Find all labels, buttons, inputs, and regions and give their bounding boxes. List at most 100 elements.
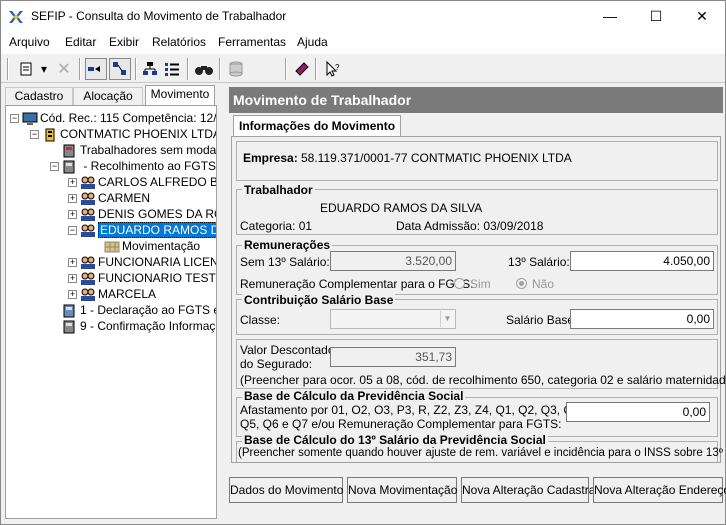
tree-node-worker[interactable]: + CARLOS ALFREDO BA	[68, 174, 217, 190]
previdencia-title: Base de Cálculo da Previdência Social	[242, 389, 466, 403]
cabinet-icon	[63, 160, 75, 174]
classe-label: Classe:	[240, 313, 281, 327]
pane-splitter[interactable]	[221, 85, 225, 519]
nova-movimentacao-button[interactable]: Nova Movimentação	[347, 477, 457, 503]
tree-node-root[interactable]: − Cód. Rec.: 115 Competência: 12/20	[10, 110, 217, 126]
tree-node-movimentacao[interactable]: Movimentação	[104, 238, 200, 254]
menu-relatorios[interactable]: Relatórios	[152, 35, 206, 49]
monitor-icon	[22, 112, 38, 125]
new-document-icon[interactable]	[15, 58, 37, 80]
complementar-sim-radio[interactable]	[454, 278, 465, 289]
tree-node-label: FUNCIONARIO TESTE	[98, 271, 217, 285]
tree-view[interactable]: − Cód. Rec.: 115 Competência: 12/20 − CONT…	[5, 105, 217, 519]
movement-panel: Movimento de Trabalhador Informações do …	[229, 87, 726, 517]
view-list-icon[interactable]	[85, 58, 107, 80]
menu-bar: Arquivo Editar Exibir Relatórios Ferrame…	[1, 31, 725, 53]
tree-node-folder[interactable]: Trabalhadores sem modalid	[62, 142, 217, 158]
nova-alteracao-cadastral-button[interactable]: Nova Alteração Cadastral	[461, 477, 598, 503]
sem13-field[interactable]: 3.520,00	[330, 251, 456, 271]
list-icon[interactable]	[161, 58, 183, 80]
tree-node-label: Cód. Rec.: 115 Competência: 12/20	[40, 111, 217, 125]
people-icon	[81, 272, 95, 285]
valor-descontado-note: (Preencher para ocor. 05 a 08, cód. de r…	[240, 373, 726, 387]
expand-icon[interactable]: +	[68, 290, 77, 300]
menu-ajuda[interactable]: Ajuda	[297, 35, 328, 49]
collapse-icon[interactable]: −	[68, 226, 77, 236]
cabinet-icon	[63, 320, 75, 334]
tree-node-label: Trabalhadores sem modalid	[80, 143, 217, 157]
people-icon	[81, 256, 95, 269]
hierarchy-icon[interactable]	[139, 58, 161, 80]
tab-movimento[interactable]: Movimento	[145, 85, 215, 105]
app-window: SEFIP - Consulta do Movimento de Trabalh…	[0, 0, 726, 525]
menu-ferramentas[interactable]: Ferramentas	[218, 35, 286, 49]
dropdown-arrow-icon[interactable]: ▾	[37, 58, 51, 80]
collapse-icon[interactable]: −	[50, 162, 59, 172]
tree-node-worker[interactable]: + MARCELA	[68, 286, 156, 302]
tree-node-label: CARLOS ALFREDO BA	[98, 175, 217, 189]
tree-node-worker[interactable]: + DENIS GOMES DA RO	[68, 206, 217, 222]
menu-arquivo[interactable]: Arquivo	[9, 35, 50, 49]
binoculars-icon[interactable]	[193, 58, 215, 80]
previdencia-field[interactable]: 0,00	[566, 402, 710, 422]
tree-node-worker[interactable]: + CARMEN	[68, 190, 150, 206]
sefip-logo-icon	[9, 11, 23, 23]
tree-node-worker[interactable]: + FUNCIONARIO TESTE	[68, 270, 217, 286]
help-cursor-icon[interactable]: ?	[321, 58, 343, 80]
salario-base-label: Salário Base:	[506, 313, 578, 327]
classe-select[interactable]: ▼	[330, 309, 456, 329]
salario-base-field[interactable]: 0,00	[570, 309, 714, 329]
tab-cadastro[interactable]: Cadastro	[5, 87, 73, 105]
database-icon[interactable]	[225, 58, 247, 80]
tree-node-label: 1 - Declaração ao FGTS e ..	[80, 303, 217, 317]
grid-icon	[104, 241, 120, 253]
tree-node-company[interactable]: − CONTMATIC PHOENIX LTDA	[30, 126, 216, 142]
view-tree-icon[interactable]	[109, 58, 131, 80]
toolbar-separator	[315, 58, 317, 80]
tree-node-worker[interactable]: + FUNCIONARIA LICENC	[68, 254, 217, 270]
menu-editar[interactable]: Editar	[65, 35, 96, 49]
menu-exibir[interactable]: Exibir	[109, 35, 139, 49]
toolbar: ▾ ✕ ?	[1, 53, 725, 83]
book-icon[interactable]	[291, 58, 313, 80]
left-tab-strip: Cadastro Alocação Movimento	[5, 85, 217, 105]
contribuicao-title: Contribuição Salário Base	[242, 293, 396, 307]
toolbar-separator	[219, 58, 221, 80]
expand-icon[interactable]: +	[68, 258, 77, 268]
trabalhador-name-text: EDUARDO RAMOS DA SILVA	[320, 201, 483, 215]
chevron-down-icon: ▼	[440, 311, 454, 327]
tab-alocacao[interactable]: Alocação	[73, 87, 143, 105]
expand-icon[interactable]: +	[68, 210, 77, 220]
maximize-icon[interactable]: ☐	[633, 1, 679, 31]
nao-label: Não	[532, 277, 555, 291]
expand-icon[interactable]: +	[68, 178, 77, 188]
trabalhador-title: Trabalhador	[242, 183, 315, 197]
tree-node-worker-selected[interactable]: − EDUARDO RAMOS DA	[68, 222, 216, 238]
tree-node-label: DENIS GOMES DA RO	[98, 207, 217, 221]
complementar-nao-radio[interactable]	[516, 278, 527, 289]
valor-descontado-field[interactable]: 351,73	[330, 347, 456, 367]
toolbar-separator	[285, 58, 287, 80]
dados-movimento-button[interactable]: Dados do Movimento	[229, 477, 343, 503]
tree-node-label: FUNCIONARIA LICENC	[98, 255, 217, 269]
expand-icon[interactable]: +	[68, 194, 77, 204]
expand-icon[interactable]: +	[68, 274, 77, 284]
delete-icon[interactable]: ✕	[53, 58, 75, 80]
categoria-label: Categoria: 01	[240, 219, 313, 233]
previdencia-line-1: Afastamento por 01, O2, O3, P3, R, Z2, Z…	[240, 403, 583, 417]
minimize-icon[interactable]: —	[587, 1, 633, 31]
tree-node-label: EDUARDO RAMOS DA	[98, 222, 216, 238]
previdencia13-note: (Preencher somente quando houver ajuste …	[238, 447, 726, 459]
people-icon	[81, 192, 95, 205]
com13-field[interactable]: 4.050,00	[570, 251, 714, 271]
nova-alteracao-endereco-button[interactable]: Nova Alteração Endereço	[593, 477, 726, 503]
collapse-icon[interactable]: −	[10, 114, 19, 124]
collapse-icon[interactable]: −	[30, 130, 39, 140]
tree-node-folder[interactable]: − - Recolhimento ao FGTS	[50, 158, 216, 174]
previdencia13-title: Base de Cálculo do 13º Salário da Previd…	[242, 433, 548, 447]
close-icon[interactable]: ✕	[679, 1, 725, 31]
tree-node-folder[interactable]: 1 - Declaração ao FGTS e ..	[62, 302, 217, 318]
tree-node-label: MARCELA	[98, 287, 157, 301]
tree-node-folder[interactable]: 9 - Confirmação Informaçõe	[62, 318, 216, 334]
tab-informacoes-movimento[interactable]: Informações do Movimento	[233, 115, 402, 137]
